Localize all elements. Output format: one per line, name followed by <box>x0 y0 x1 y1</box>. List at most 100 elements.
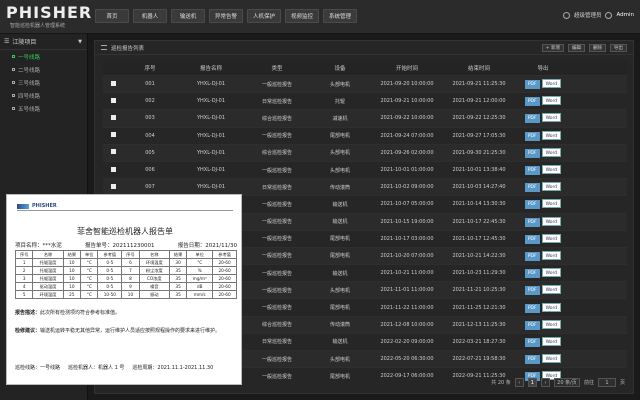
word-export-button[interactable]: Word <box>541 268 562 278</box>
nav-video[interactable]: 视频监控 <box>285 9 319 23</box>
word-export-button[interactable]: Word <box>541 250 562 260</box>
row-checkbox[interactable] <box>110 166 116 172</box>
goto-label: 前往 <box>583 380 594 386</box>
cell-start: 2021-10-17 03:00:00 <box>380 235 434 242</box>
word-export-button[interactable]: Word <box>541 113 562 123</box>
word-export-button[interactable]: Word <box>541 302 562 312</box>
goto-page-input[interactable]: 1 <box>597 378 616 387</box>
delete-button[interactable]: 删除 <box>589 44 606 52</box>
row-checkbox[interactable] <box>110 149 116 155</box>
cell-type: 一般巡检报告 <box>261 167 292 174</box>
goto-unit: 页 <box>619 380 625 386</box>
pdf-export-button[interactable]: PDF <box>524 337 540 347</box>
report-table-cell: 10 <box>62 266 82 275</box>
pdf-export-button[interactable]: PDF <box>524 131 540 141</box>
nav-robot[interactable]: 机器人 <box>133 9 167 23</box>
pdf-export-button[interactable]: PDF <box>524 114 540 124</box>
nav-protection[interactable]: 人机保护 <box>247 9 281 23</box>
sidebar-item-line-5[interactable]: 五号线路 <box>0 102 87 115</box>
sidebar-item-line-2[interactable]: 二号线路 <box>0 63 87 76</box>
cell-device: 输送机 <box>332 270 348 277</box>
current-page[interactable]: 1 <box>527 378 537 387</box>
nav-home[interactable]: 首页 <box>95 9 129 23</box>
bell-icon[interactable] <box>562 11 570 19</box>
pdf-export-button[interactable]: PDF <box>524 148 540 158</box>
page-size-select[interactable]: 20 条/页 <box>553 378 580 387</box>
cell-start: 2021-09-21 10:00:00 <box>380 98 434 105</box>
pdf-export-button[interactable]: PDF <box>524 200 540 210</box>
pdf-export-button[interactable]: PDF <box>524 269 540 279</box>
sidebar-item-line-4[interactable]: 四号线路 <box>0 89 87 102</box>
table-row[interactable]: 001 YHXL-DJ-01 一般巡检报告 头部电机 2021-09-20 10:00:… <box>103 75 627 93</box>
pdf-export-button[interactable]: PDF <box>524 183 540 193</box>
word-export-button[interactable]: Word <box>541 182 562 192</box>
pdf-export-button[interactable]: PDF <box>524 251 540 261</box>
word-export-button[interactable]: Word <box>541 336 562 346</box>
desc-text: 此次所有检测项均符合参考标准值。 <box>40 310 121 316</box>
word-export-button[interactable]: Word <box>541 319 562 329</box>
header-end: 结束时间 <box>467 66 490 72</box>
table-row[interactable]: 007 YHXL-DJ-01 日常巡检报告 传动滚筒 2021-10-02 09:00:… <box>103 178 627 196</box>
cell-end: 2021-10-01 13:38:40 <box>452 167 506 174</box>
table-row[interactable]: 004 YHXL-DJ-01 一般巡检报告 尾部电机 2021-09-24 07:00:… <box>103 126 627 144</box>
pdf-export-button[interactable]: PDF <box>524 303 540 313</box>
cell-export: PDF Word <box>515 319 571 330</box>
pdf-export-button[interactable]: PDF <box>524 320 540 330</box>
word-export-button[interactable]: Word <box>541 354 562 364</box>
row-checkbox[interactable] <box>110 132 116 138</box>
cell-end: 2021-10-17 22:45:30 <box>452 218 506 225</box>
sidebar-item-line-1[interactable]: 一号线路 <box>0 50 87 63</box>
word-export-button[interactable]: Word <box>541 96 562 106</box>
report-table-cell: 名称 <box>32 250 64 259</box>
word-export-button[interactable]: Word <box>541 285 562 295</box>
edit-button[interactable]: 编辑 <box>568 44 585 52</box>
row-checkbox[interactable] <box>110 183 116 189</box>
user-name[interactable]: Admin <box>616 12 634 18</box>
avatar[interactable] <box>605 11 613 19</box>
add-button[interactable]: + 新增 <box>541 44 564 52</box>
pdf-export-button[interactable]: PDF <box>524 234 540 244</box>
cell-export: PDF Word <box>515 354 571 365</box>
cell-end: 2021-09-21 11:25:30 <box>452 81 506 88</box>
word-export-button[interactable]: Word <box>541 216 562 226</box>
header-start: 开始时间 <box>395 66 418 72</box>
sidebar-item-line-3[interactable]: 三号线路 <box>0 76 87 89</box>
pdf-export-button[interactable]: PDF <box>524 80 540 90</box>
table-row[interactable]: 002 YHXL-DJ-01 日常巡检报告 托辊 2021-09-21 10:00:00… <box>103 92 627 110</box>
cell-start: 2021-12-08 10:00:00 <box>380 321 434 328</box>
word-export-button[interactable]: Word <box>541 79 562 89</box>
next-page-button[interactable]: › <box>540 378 550 387</box>
row-checkbox[interactable] <box>110 97 116 103</box>
top-bar: PHISHER 智能巡检机器人管理系统 首页 机器人 输送机 异常告警 人机保护… <box>0 0 640 34</box>
cell-start: 2021-10-01 01:00:00 <box>380 167 434 174</box>
prev-page-button[interactable]: ‹ <box>514 378 524 387</box>
word-export-button[interactable]: Word <box>541 130 562 140</box>
word-export-button[interactable]: Word <box>541 165 562 175</box>
nav-system[interactable]: 系统管理 <box>323 9 357 23</box>
table-header: 序号 报告名称 类型 设备 开始时间 结束时间 导出 <box>103 61 627 75</box>
app-logo: PHISHER <box>6 3 93 22</box>
word-export-button[interactable]: Word <box>541 147 562 157</box>
report-table-cell: 5 <box>14 290 34 299</box>
pdf-export-button[interactable]: PDF <box>524 166 540 176</box>
cell-type: 一般巡检报告 <box>261 305 292 312</box>
pdf-export-button[interactable]: PDF <box>524 286 540 296</box>
row-checkbox <box>103 149 123 156</box>
pdf-export-button[interactable]: PDF <box>524 355 540 365</box>
pdf-export-button[interactable]: PDF <box>524 97 540 107</box>
table-row[interactable]: 006 YHXL-DJ-01 一般巡检报告 头部电机 2021-10-01 01:00:… <box>103 160 627 179</box>
table-row[interactable]: 005 YHXL-DJ-01 综合巡检报告 头部电机 2021-09-26 02:00:… <box>103 143 627 161</box>
square-icon <box>12 94 15 97</box>
table-row[interactable]: 003 YHXL-DJ-01 综合巡检报告 减速机 2021-09-22 10:00:0… <box>103 109 627 127</box>
cell-type: 一般巡检报告 <box>261 236 292 243</box>
nav-alarm[interactable]: 异常告警 <box>209 9 243 23</box>
nav-conveyor[interactable]: 输送机 <box>171 9 205 23</box>
word-export-button[interactable]: Word <box>541 199 562 209</box>
sidebar-project[interactable]: ☰ 江陵项目 ▼ <box>0 34 87 50</box>
pdf-export-button[interactable]: PDF <box>524 217 540 227</box>
cell-end: 2022-07-21 19:58:30 <box>452 356 506 363</box>
word-export-button[interactable]: Word <box>541 233 562 243</box>
export-button[interactable]: 导出 <box>610 44 627 52</box>
row-checkbox[interactable] <box>110 80 116 86</box>
row-checkbox[interactable] <box>110 114 116 120</box>
